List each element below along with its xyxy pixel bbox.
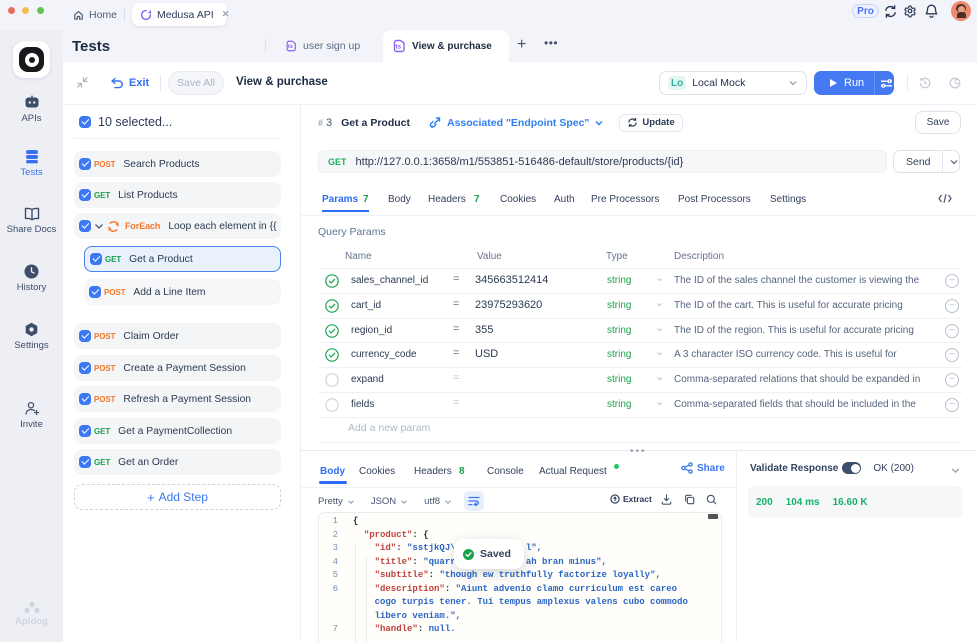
svg-text:ts: ts [395,44,401,51]
svg-text:ts: ts [288,44,293,50]
